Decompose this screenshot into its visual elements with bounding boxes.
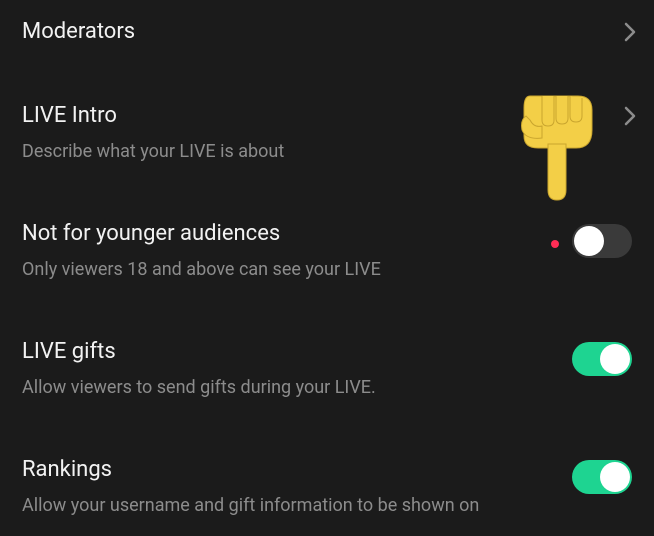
toggle-knob xyxy=(600,462,630,492)
setting-moderators[interactable]: Moderators xyxy=(0,0,654,64)
toggle-knob xyxy=(574,226,604,256)
chevron-right-icon xyxy=(624,106,636,126)
setting-title: LIVE gifts xyxy=(22,338,632,366)
setting-not-for-younger-audiences: Not for younger audiences Only viewers 1… xyxy=(0,202,654,300)
setting-subtitle: Describe what your LIVE is about xyxy=(22,140,632,164)
chevron-right-icon xyxy=(624,22,636,42)
setting-rankings: Rankings Allow your username and gift in… xyxy=(0,438,654,536)
setting-live-gifts: LIVE gifts Allow viewers to send gifts d… xyxy=(0,320,654,418)
setting-subtitle: Only viewers 18 and above can see your L… xyxy=(22,258,632,282)
indicator-dot-icon xyxy=(551,240,559,248)
setting-title: Rankings xyxy=(22,456,632,484)
toggle-not-for-younger-audiences[interactable] xyxy=(572,224,632,258)
setting-title: Moderators xyxy=(22,18,632,46)
toggle-live-gifts[interactable] xyxy=(572,342,632,376)
toggle-rankings[interactable] xyxy=(572,460,632,494)
toggle-knob xyxy=(600,344,630,374)
setting-subtitle: Allow your username and gift information… xyxy=(22,494,632,518)
setting-subtitle: Allow viewers to send gifts during your … xyxy=(22,376,632,400)
setting-title: Not for younger audiences xyxy=(22,220,632,248)
setting-title: LIVE Intro xyxy=(22,102,632,130)
setting-live-intro[interactable]: LIVE Intro Describe what your LIVE is ab… xyxy=(0,84,654,182)
